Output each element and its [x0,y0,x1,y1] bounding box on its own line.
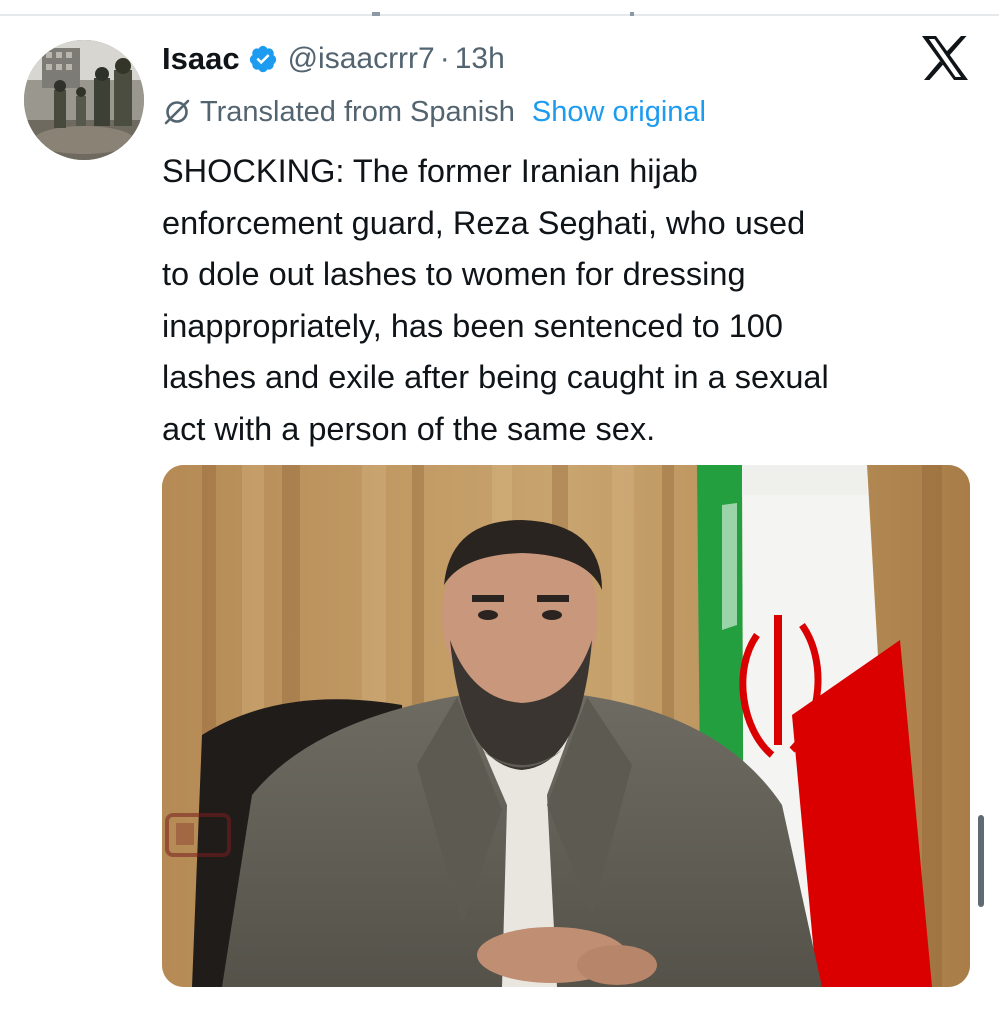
scrollbar[interactable] [978,815,984,907]
user-handle[interactable]: @isaacrrr7 [288,42,435,76]
timestamp[interactable]: 13h [455,42,505,76]
tweet-view: Isaac @isaacrrr7 · 13h Translated from S… [0,0,999,1024]
tweet-text: SHOCKING: The former Iranian hijab enfor… [162,153,829,447]
display-name[interactable]: Isaac [162,41,240,77]
tweet-header: Isaac @isaacrrr7 · 13h [162,36,505,82]
x-logo-icon [921,36,969,80]
translation-row: Translated from Spanish Show original [162,90,706,134]
show-original-link[interactable]: Show original [532,96,706,129]
top-divider [0,12,999,16]
avatar[interactable] [24,40,144,160]
translated-label: Translated from Spanish [200,95,515,128]
media-photo [162,465,970,987]
verified-badge-icon [248,44,278,74]
tweet-media-image[interactable] [162,465,970,987]
avatar-photo [24,40,144,160]
separator-dot: · [439,42,450,75]
translate-icon [162,97,192,127]
